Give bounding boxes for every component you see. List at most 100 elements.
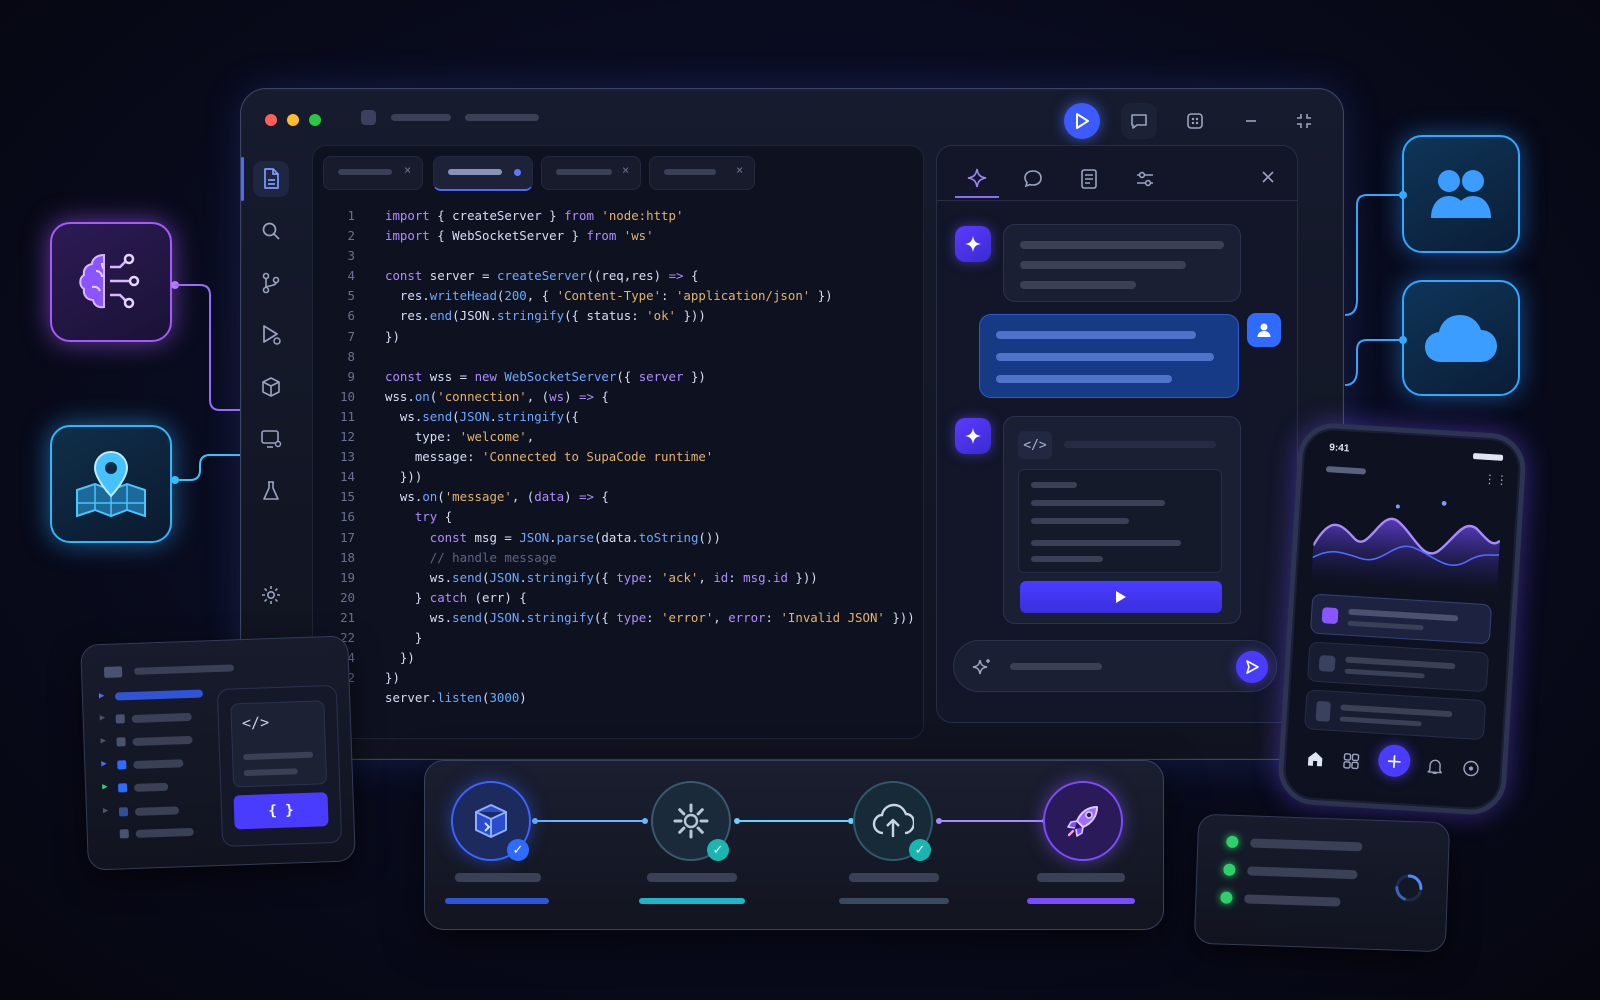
ai-brain-card[interactable] [50, 222, 172, 342]
close-panel-button[interactable] [1253, 162, 1283, 192]
tree-item[interactable] [134, 806, 180, 816]
pipeline-step-upload[interactable]: ✓ [853, 781, 933, 861]
tree-arrow-icon[interactable]: ▶ [100, 713, 106, 723]
cloud-card[interactable] [1402, 280, 1520, 396]
collapse-icon [1297, 114, 1311, 128]
code-line[interactable]: 20 } catch (err) { [323, 588, 913, 608]
code-line[interactable]: 2 import { WebSocketServer } from 'ws' [323, 226, 913, 246]
send-button[interactable] [1236, 651, 1268, 683]
editor-tab[interactable]: × [323, 156, 423, 190]
sidebar-toggle-icon[interactable] [361, 110, 376, 125]
run-debug-button[interactable] [253, 317, 289, 353]
explorer-button[interactable] [253, 161, 289, 197]
step-progress-bar [1027, 898, 1135, 904]
phone-list-item[interactable] [1307, 641, 1490, 693]
settings-button[interactable] [253, 577, 289, 613]
code-line[interactable]: 3 [323, 246, 913, 266]
extensions-button[interactable] [253, 369, 289, 405]
code-line[interactable]: 19 ws.send(JSON.stringify({ type: 'ack',… [323, 568, 913, 588]
line-text: })) [385, 469, 423, 485]
more-icon[interactable]: ⋮⋮ [1483, 472, 1508, 487]
code-line[interactable]: 8 [323, 347, 913, 367]
code-line[interactable]: 6 res.end(JSON.stringify({ status: 'ok' … [323, 306, 913, 326]
text-placeholder [1031, 540, 1181, 546]
panel-tab-chat[interactable] [1013, 160, 1053, 198]
code-content[interactable]: 1 import { createServer } from 'node:http… [323, 206, 915, 708]
code-line[interactable]: 24 }) [323, 648, 913, 668]
code-editor[interactable]: × × × 1 import { createServer } from 'nod… [312, 145, 924, 739]
package-icon [475, 804, 507, 838]
close-tab-icon[interactable]: × [622, 163, 629, 177]
minimize-button[interactable] [1233, 103, 1269, 139]
run-button[interactable] [1064, 103, 1100, 139]
tree-item[interactable] [133, 759, 184, 769]
code-line[interactable]: 5 res.writeHead(200, { 'Content-Type': '… [323, 286, 913, 306]
source-control-button[interactable] [253, 265, 289, 301]
tree-arrow-icon[interactable]: ▶ [100, 736, 106, 746]
tree-item[interactable] [135, 827, 194, 838]
line-text: import { createServer } from 'node:http' [385, 208, 684, 223]
line-number: 2 [347, 228, 355, 244]
phone-list-item[interactable] [1309, 593, 1493, 645]
deploy-pipeline-card: ✓ ✓ ✓ [424, 760, 1164, 930]
code-line[interactable]: 15 ws.on('message', (data) => { [323, 487, 913, 507]
close-window-dot[interactable] [265, 114, 277, 126]
tree-arrow-icon[interactable]: ▶ [103, 806, 109, 816]
phone-list-item[interactable] [1304, 689, 1487, 741]
location-map-card[interactable] [50, 425, 172, 543]
code-line[interactable]: 18 // handle message [323, 548, 913, 568]
code-line[interactable]: 16 try { [323, 507, 913, 527]
tree-item[interactable] [132, 735, 193, 746]
pipeline-step-configure[interactable]: ✓ [651, 781, 731, 861]
editor-tab[interactable]: × [541, 156, 641, 190]
code-line[interactable]: 14 })) [323, 467, 913, 487]
code-line[interactable]: 10 wss.on('connection', (ws) => { [323, 387, 913, 407]
panel-tab-settings[interactable] [1125, 160, 1165, 198]
remote-button[interactable] [253, 421, 289, 457]
layout-button[interactable] [1177, 103, 1213, 139]
tree-arrow-icon[interactable]: ▶ [102, 782, 108, 792]
testing-button[interactable] [253, 473, 289, 509]
search-button[interactable] [253, 213, 289, 249]
chat-toggle-button[interactable] [1121, 103, 1157, 139]
code-line[interactable]: 4 const server = createServer((req,res) =… [323, 266, 913, 286]
text-placeholder [1031, 518, 1129, 524]
code-line[interactable]: 11 ws.send(JSON.stringify({ [323, 407, 913, 427]
add-button[interactable]: + [1377, 743, 1412, 778]
tree-arrow-icon[interactable]: ▶ [101, 759, 107, 769]
editor-tab[interactable]: × [649, 156, 755, 190]
editor-tab-active[interactable] [433, 156, 533, 191]
panel-tab-ai[interactable] [955, 160, 999, 198]
home-icon[interactable] [1306, 749, 1325, 768]
pipeline-step-build[interactable]: ✓ [451, 781, 531, 861]
tree-item[interactable] [134, 782, 169, 792]
code-line[interactable]: 13 message: 'Connected to SupaCode runti… [323, 447, 913, 467]
code-line[interactable]: 7}) [323, 327, 913, 347]
code-line[interactable]: 21 ws.send(JSON.stringify({ type: 'error… [323, 608, 915, 628]
code-line[interactable]: 17 const msg = JSON.parse(data.toString(… [323, 528, 913, 548]
monitor-icon [261, 430, 282, 448]
profile-icon[interactable] [1461, 759, 1480, 778]
code-line[interactable]: server.listen(3000) [323, 688, 913, 708]
tree-item-selected[interactable] [114, 689, 204, 701]
pipeline-step-launch[interactable] [1043, 781, 1123, 861]
format-json-button[interactable]: { } [233, 792, 329, 830]
code-line[interactable]: 22}) [323, 668, 913, 688]
tree-arrow-icon[interactable]: ▶ [99, 691, 105, 701]
minimize-window-dot[interactable] [287, 114, 299, 126]
chat-input-bar[interactable] [953, 640, 1277, 692]
apps-grid-icon[interactable] [1342, 752, 1361, 771]
fullscreen-button[interactable] [1286, 103, 1322, 139]
code-line[interactable]: 9 const wss = new WebSocketServer({ serve… [323, 367, 913, 387]
close-tab-icon[interactable]: × [736, 163, 743, 177]
run-code-button[interactable] [1020, 581, 1222, 613]
close-tab-icon[interactable]: × [404, 163, 411, 177]
code-line[interactable]: 22 } [323, 628, 913, 648]
tree-item[interactable] [131, 712, 192, 723]
maximize-window-dot[interactable] [309, 114, 321, 126]
code-line[interactable]: 12 type: 'welcome', [323, 427, 913, 447]
bell-icon[interactable] [1426, 757, 1445, 776]
code-line[interactable]: 1 import { createServer } from 'node:http… [323, 206, 913, 226]
users-card[interactable] [1402, 135, 1520, 253]
panel-tab-docs[interactable] [1069, 160, 1109, 198]
